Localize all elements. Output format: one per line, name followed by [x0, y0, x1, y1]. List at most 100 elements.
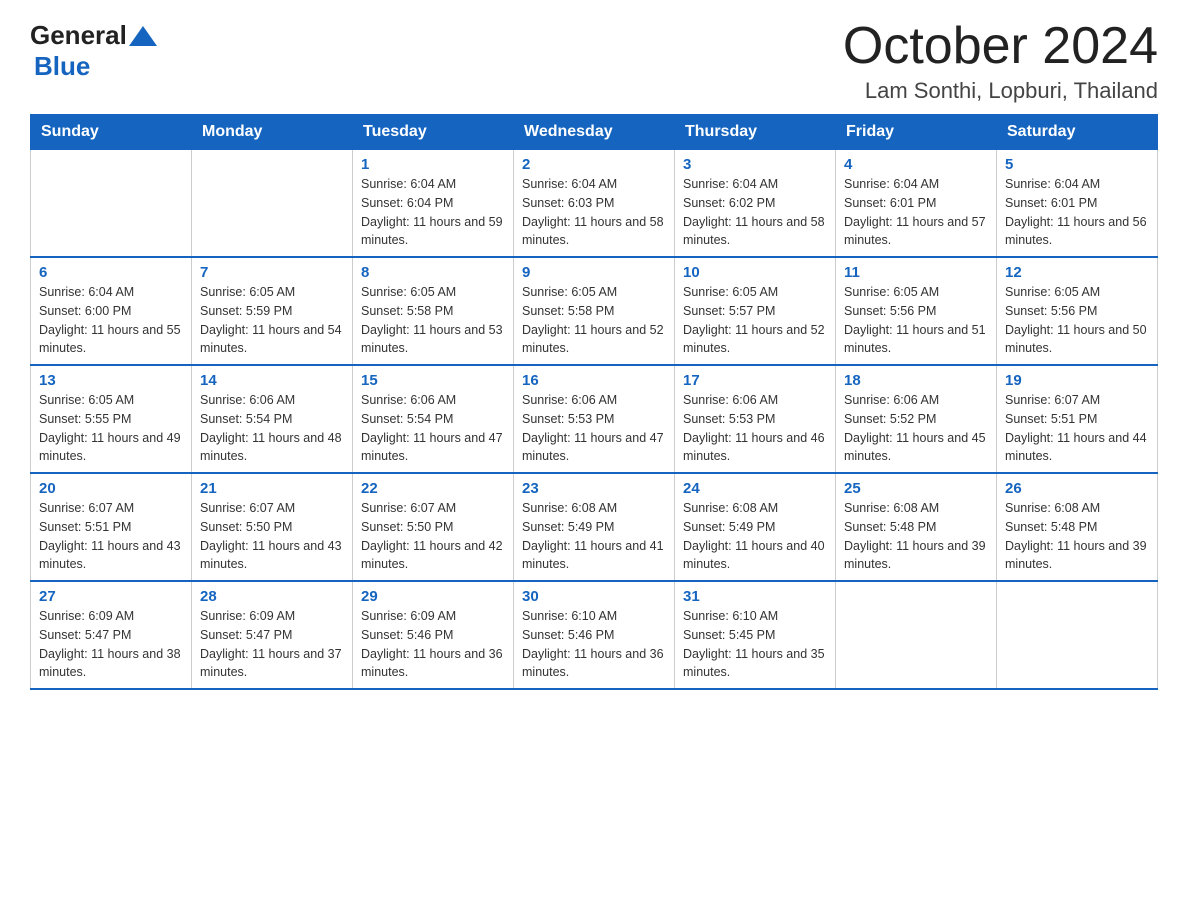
calendar-cell: 17 Sunrise: 6:06 AMSunset: 5:53 PMDayligh…: [675, 365, 836, 473]
day-info: Sunrise: 6:07 AMSunset: 5:51 PMDaylight:…: [1005, 391, 1149, 466]
page-header: General Blue October 2024 Lam Sonthi, Lo…: [30, 20, 1158, 104]
day-info: Sunrise: 6:07 AMSunset: 5:50 PMDaylight:…: [200, 499, 344, 574]
day-info: Sunrise: 6:05 AMSunset: 5:55 PMDaylight:…: [39, 391, 183, 466]
day-number: 22: [361, 480, 505, 497]
day-number: 21: [200, 480, 344, 497]
day-info: Sunrise: 6:05 AMSunset: 5:57 PMDaylight:…: [683, 283, 827, 358]
day-info: Sunrise: 6:08 AMSunset: 5:48 PMDaylight:…: [844, 499, 988, 574]
calendar-cell: 22 Sunrise: 6:07 AMSunset: 5:50 PMDayligh…: [353, 473, 514, 581]
day-info: Sunrise: 6:07 AMSunset: 5:51 PMDaylight:…: [39, 499, 183, 574]
day-number: 17: [683, 372, 827, 389]
calendar-cell: 3 Sunrise: 6:04 AMSunset: 6:02 PMDaylight…: [675, 150, 836, 258]
day-info: Sunrise: 6:06 AMSunset: 5:53 PMDaylight:…: [522, 391, 666, 466]
day-number: 20: [39, 480, 183, 497]
calendar-cell: [192, 150, 353, 258]
weekday-header-friday: Friday: [836, 115, 997, 150]
day-number: 1: [361, 156, 505, 173]
calendar-cell: [31, 150, 192, 258]
day-info: Sunrise: 6:05 AMSunset: 5:59 PMDaylight:…: [200, 283, 344, 358]
weekday-header-wednesday: Wednesday: [514, 115, 675, 150]
weekday-header-row: SundayMondayTuesdayWednesdayThursdayFrid…: [31, 115, 1158, 150]
week-row-4: 20 Sunrise: 6:07 AMSunset: 5:51 PMDayligh…: [31, 473, 1158, 581]
logo-text: General: [30, 20, 159, 51]
week-row-5: 27 Sunrise: 6:09 AMSunset: 5:47 PMDayligh…: [31, 581, 1158, 689]
weekday-header-thursday: Thursday: [675, 115, 836, 150]
weekday-header-tuesday: Tuesday: [353, 115, 514, 150]
calendar-cell: 5 Sunrise: 6:04 AMSunset: 6:01 PMDaylight…: [997, 150, 1158, 258]
calendar-cell: 15 Sunrise: 6:06 AMSunset: 5:54 PMDayligh…: [353, 365, 514, 473]
month-title: October 2024: [843, 20, 1158, 72]
calendar-cell: 2Sunrise: 6:04 AMSunset: 6:03 PMDaylight…: [514, 150, 675, 258]
day-number: 29: [361, 588, 505, 605]
day-info: Sunrise: 6:09 AMSunset: 5:47 PMDaylight:…: [39, 607, 183, 682]
day-number: 16: [522, 372, 666, 389]
day-number: 31: [683, 588, 827, 605]
day-number: 5: [1005, 156, 1149, 173]
day-info: Sunrise: 6:06 AMSunset: 5:54 PMDaylight:…: [200, 391, 344, 466]
day-number: 24: [683, 480, 827, 497]
calendar-table: SundayMondayTuesdayWednesdayThursdayFrid…: [30, 114, 1158, 690]
day-number: 13: [39, 372, 183, 389]
calendar-cell: [836, 581, 997, 689]
week-row-1: 1 Sunrise: 6:04 AMSunset: 6:04 PMDaylight…: [31, 150, 1158, 258]
day-number: 25: [844, 480, 988, 497]
location-title: Lam Sonthi, Lopburi, Thailand: [843, 78, 1158, 104]
calendar-cell: 24Sunrise: 6:08 AMSunset: 5:49 PMDayligh…: [675, 473, 836, 581]
day-number: 10: [683, 264, 827, 281]
weekday-header-sunday: Sunday: [31, 115, 192, 150]
day-info: Sunrise: 6:09 AMSunset: 5:47 PMDaylight:…: [200, 607, 344, 682]
calendar-cell: 27 Sunrise: 6:09 AMSunset: 5:47 PMDayligh…: [31, 581, 192, 689]
day-number: 7: [200, 264, 344, 281]
day-info: Sunrise: 6:08 AMSunset: 5:48 PMDaylight:…: [1005, 499, 1149, 574]
day-info: Sunrise: 6:09 AMSunset: 5:46 PMDaylight:…: [361, 607, 505, 682]
day-number: 6: [39, 264, 183, 281]
day-info: Sunrise: 6:06 AMSunset: 5:52 PMDaylight:…: [844, 391, 988, 466]
day-number: 9: [522, 264, 666, 281]
day-number: 4: [844, 156, 988, 173]
day-number: 8: [361, 264, 505, 281]
day-number: 27: [39, 588, 183, 605]
calendar-cell: 1 Sunrise: 6:04 AMSunset: 6:04 PMDaylight…: [353, 150, 514, 258]
calendar-cell: 9 Sunrise: 6:05 AMSunset: 5:58 PMDaylight…: [514, 257, 675, 365]
calendar-cell: 16 Sunrise: 6:06 AMSunset: 5:53 PMDayligh…: [514, 365, 675, 473]
logo-general-text: General: [30, 20, 127, 51]
day-number: 3: [683, 156, 827, 173]
calendar-cell: 12 Sunrise: 6:05 AMSunset: 5:56 PMDayligh…: [997, 257, 1158, 365]
calendar-cell: 29 Sunrise: 6:09 AMSunset: 5:46 PMDayligh…: [353, 581, 514, 689]
day-info: Sunrise: 6:04 AMSunset: 6:01 PMDaylight:…: [1005, 175, 1149, 250]
day-info: Sunrise: 6:04 AMSunset: 6:03 PMDaylight:…: [522, 175, 666, 250]
day-info: Sunrise: 6:10 AMSunset: 5:46 PMDaylight:…: [522, 607, 666, 682]
day-info: Sunrise: 6:06 AMSunset: 5:53 PMDaylight:…: [683, 391, 827, 466]
day-number: 19: [1005, 372, 1149, 389]
day-info: Sunrise: 6:06 AMSunset: 5:54 PMDaylight:…: [361, 391, 505, 466]
calendar-cell: 18 Sunrise: 6:06 AMSunset: 5:52 PMDayligh…: [836, 365, 997, 473]
week-row-3: 13 Sunrise: 6:05 AMSunset: 5:55 PMDayligh…: [31, 365, 1158, 473]
day-number: 11: [844, 264, 988, 281]
calendar-cell: [997, 581, 1158, 689]
day-number: 26: [1005, 480, 1149, 497]
calendar-cell: 31Sunrise: 6:10 AMSunset: 5:45 PMDayligh…: [675, 581, 836, 689]
day-number: 28: [200, 588, 344, 605]
calendar-cell: 21 Sunrise: 6:07 AMSunset: 5:50 PMDayligh…: [192, 473, 353, 581]
day-number: 15: [361, 372, 505, 389]
calendar-cell: 19 Sunrise: 6:07 AMSunset: 5:51 PMDayligh…: [997, 365, 1158, 473]
day-number: 14: [200, 372, 344, 389]
calendar-cell: 25 Sunrise: 6:08 AMSunset: 5:48 PMDayligh…: [836, 473, 997, 581]
day-info: Sunrise: 6:04 AMSunset: 6:04 PMDaylight:…: [361, 175, 505, 250]
calendar-cell: 6Sunrise: 6:04 AMSunset: 6:00 PMDaylight…: [31, 257, 192, 365]
day-number: 12: [1005, 264, 1149, 281]
day-info: Sunrise: 6:05 AMSunset: 5:56 PMDaylight:…: [844, 283, 988, 358]
day-info: Sunrise: 6:05 AMSunset: 5:58 PMDaylight:…: [361, 283, 505, 358]
day-info: Sunrise: 6:05 AMSunset: 5:58 PMDaylight:…: [522, 283, 666, 358]
day-number: 30: [522, 588, 666, 605]
calendar-cell: 13 Sunrise: 6:05 AMSunset: 5:55 PMDayligh…: [31, 365, 192, 473]
day-number: 18: [844, 372, 988, 389]
title-block: October 2024 Lam Sonthi, Lopburi, Thaila…: [843, 20, 1158, 104]
calendar-cell: 26 Sunrise: 6:08 AMSunset: 5:48 PMDayligh…: [997, 473, 1158, 581]
day-info: Sunrise: 6:07 AMSunset: 5:50 PMDaylight:…: [361, 499, 505, 574]
logo-triangle-icon: [129, 26, 157, 46]
day-info: Sunrise: 6:04 AMSunset: 6:02 PMDaylight:…: [683, 175, 827, 250]
calendar-cell: 7 Sunrise: 6:05 AMSunset: 5:59 PMDaylight…: [192, 257, 353, 365]
logo-blue-text: Blue: [34, 51, 90, 81]
day-info: Sunrise: 6:05 AMSunset: 5:56 PMDaylight:…: [1005, 283, 1149, 358]
